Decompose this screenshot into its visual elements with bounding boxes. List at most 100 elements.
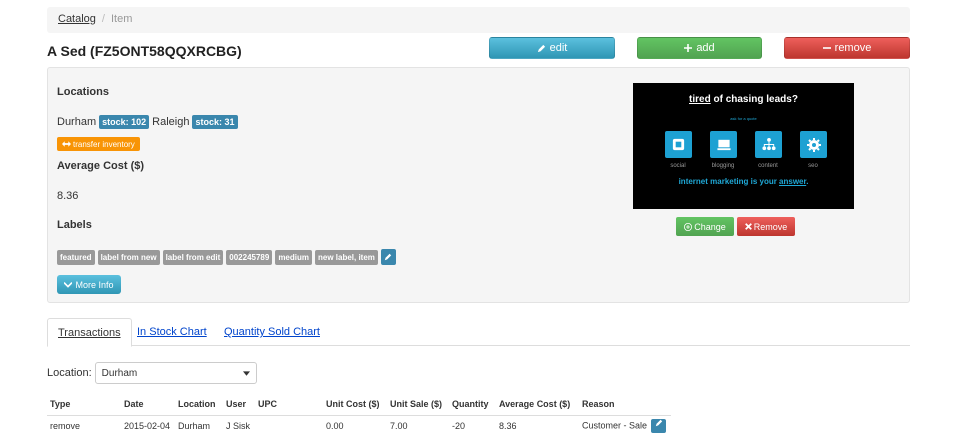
cell-type: remove [47,414,121,437]
locations-list: Durham stock: 102 Raleigh stock: 31 [57,115,238,129]
label-tag: label from edit [162,249,224,265]
column-header-location: Location [175,393,223,416]
cell-average-cost: 8.36 [496,414,579,437]
pencil-icon [385,253,392,261]
ad-tagline-start: internet marketing is your [678,177,780,186]
ad-subtitle: ask for a quote [730,116,757,121]
tab-in-stock-chart[interactable]: In Stock Chart [127,318,217,346]
change-image-label: Change [694,221,726,232]
ad-icon-label: seo [808,163,818,169]
column-header-reason: Reason [579,393,671,416]
pencil-icon [537,44,545,52]
ad-icon-label: social [670,163,686,169]
cell-unit-cost: 0.00 [323,414,387,437]
breadcrumb-catalog-link[interactable]: Catalog [58,13,96,25]
cell-quantity: -20 [449,414,496,437]
location-select-value: Durham [101,367,138,379]
cell-location: Durham [175,414,223,437]
more-info-label: More Info [75,279,114,290]
close-icon [744,223,752,230]
blogging-icon [710,131,737,158]
label-tag: 002245789 [226,249,273,265]
ad-headline-rest: of chasing leads? [710,94,798,105]
transfer-arrows-icon [62,141,71,147]
remove-button-label: remove [834,42,872,54]
remove-button[interactable]: remove [784,37,910,59]
locations-heading: Locations [57,86,109,98]
cell-reason: Customer - Sale [579,414,671,437]
edit-labels-button[interactable] [380,249,396,265]
ad-headline-underlined: tired [689,94,711,105]
location-filter: Location: Durham [47,362,257,384]
label-tag: featured [57,249,95,265]
cell-user: J Sisk [223,414,255,437]
transfer-inventory-label: transfer inventory [73,139,135,149]
label-tag: label from new [97,249,160,265]
column-header-type: Type [47,393,121,416]
content-icon [755,131,782,158]
labels-list: featured label from new label from edit … [57,249,396,265]
column-header-user: User [223,393,255,416]
ad-icon-label: blogging [711,163,735,169]
transfer-inventory-button[interactable]: transfer inventory [57,137,140,151]
location-name-durham: Durham [57,116,97,128]
labels-heading: Labels [57,219,92,231]
add-button-label: add [696,42,715,54]
table-header-row: Type Date Location User UPC Unit Cost ($… [47,393,671,416]
ad-tagline-underlined: answer [779,177,807,186]
average-cost-value: 8.36 [57,190,79,202]
cell-unit-sale: 7.00 [387,414,449,437]
location-name-raleigh: Raleigh [152,116,190,128]
label-tag: medium [275,249,312,265]
breadcrumb-separator: / [101,13,105,25]
stock-badge-durham: stock: 102 [99,115,150,129]
cell-upc [255,414,323,437]
column-header-quantity: Quantity [449,393,496,416]
item-details-panel: Locations Durham stock: 102 Raleigh stoc… [47,67,910,303]
column-header-date: Date [121,393,175,416]
tab-label: Transactions [58,326,121,339]
plus-circle-icon [684,222,693,231]
cell-date: 2015-02-04 [121,414,175,437]
pencil-icon [655,420,662,427]
add-button[interactable]: add [637,37,762,59]
remove-image-label: Remove [753,221,788,232]
breadcrumb: Catalog / Item [47,7,910,33]
more-info-button[interactable]: More Info [57,275,121,294]
stock-badge-raleigh: stock: 31 [192,115,238,129]
edit-button-label: edit [549,42,568,54]
label-tag: new label, item [314,249,378,265]
transactions-table: Type Date Location User UPC Unit Cost ($… [47,393,671,437]
average-cost-heading: Average Cost ($) [57,160,145,172]
ad-tagline: internet marketing is your answer. [633,177,854,186]
change-image-button[interactable]: Change [676,217,734,236]
ad-headline: tired of chasing leads? [633,94,854,105]
ad-icon-label: content [758,163,778,169]
minus-icon [822,47,831,49]
chevron-down-icon [64,281,73,288]
table-row: remove 2015-02-04 Durham J Sisk 0.00 7.0… [47,414,671,437]
seo-gear-icon [800,131,827,158]
location-select[interactable]: Durham [94,362,257,384]
column-header-upc: UPC [255,393,323,416]
column-header-average-cost: Average Cost ($) [496,393,579,416]
tab-label: Quantity Sold Chart [224,326,320,338]
page-title: A Sed (FZ5ONT58QQXRCBG) [47,43,242,59]
column-header-unit-sale: Unit Sale ($) [387,393,449,416]
ad-tagline-end: . [806,177,809,186]
edit-button[interactable]: edit [489,37,615,59]
location-filter-label: Location: [47,367,92,379]
caret-down-icon [242,370,250,376]
tab-bar: Transactions In Stock Chart Quantity Sol… [47,318,910,347]
tab-quantity-sold-chart[interactable]: Quantity Sold Chart [214,318,330,346]
breadcrumb-current: Item [110,13,133,25]
edit-reason-button[interactable] [651,419,667,434]
tab-label: In Stock Chart [137,326,207,338]
social-icon [665,131,692,158]
column-header-unit-cost: Unit Cost ($) [323,393,387,416]
tab-transactions[interactable]: Transactions [47,318,132,347]
remove-image-button[interactable]: Remove [737,217,795,236]
item-image: tired of chasing leads? ask for a quote … [633,83,854,209]
cell-reason-text: Customer - Sale [582,420,648,431]
plus-icon [684,44,693,52]
